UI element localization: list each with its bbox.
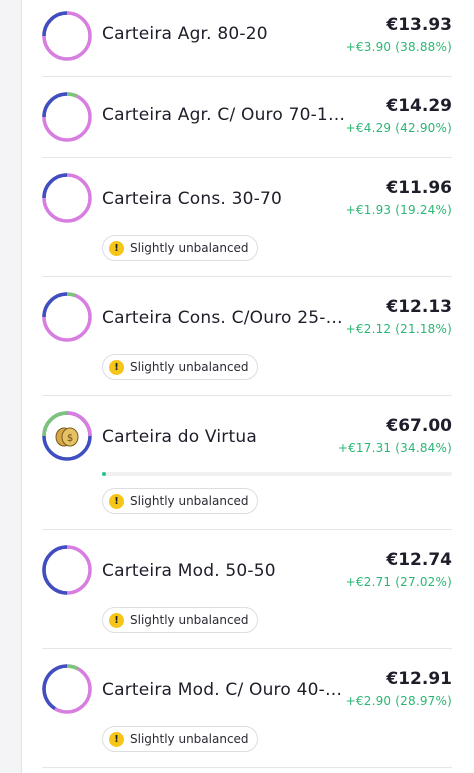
svg-text:$: $: [67, 433, 73, 444]
portfolio-change: +€2.71 (27.02%): [345, 575, 452, 589]
allocation-donut-icon: [42, 11, 92, 61]
portfolio-change: +€3.90 (38.88%): [345, 40, 452, 54]
status-badge-label: Slightly unbalanced: [130, 732, 249, 746]
portfolio-change: +€2.90 (28.97%): [345, 694, 452, 708]
portfolio-name: Carteira Cons. 30-70: [102, 189, 283, 209]
portfolio-row[interactable]: Carteira Mod. C/ Ouro 40-45-15 €12.91 +€…: [42, 649, 452, 768]
status-badge[interactable]: ! Slightly unbalanced: [102, 607, 258, 633]
warning-icon: !: [109, 359, 124, 375]
portfolio-row[interactable]: Carteira Cons. C/Ouro 25-65-10 €12.13 +€…: [42, 277, 452, 396]
portfolio-row[interactable]: Carteira Cons. 30-70 €11.96 +€1.93 (19.2…: [42, 158, 452, 277]
portfolio-change: +€2.12 (21.18%): [345, 322, 452, 336]
portfolio-name: Carteira Cons. C/Ouro 25-65-10: [102, 308, 347, 328]
portfolio-change: +€17.31 (34.84%): [337, 441, 452, 455]
portfolio-value: €12.91: [386, 669, 452, 689]
status-badge-label: Slightly unbalanced: [130, 241, 249, 255]
portfolio-value: €12.74: [386, 550, 452, 570]
portfolio-row[interactable]: Carteira Mod. 50-50 €12.74 +€2.71 (27.02…: [42, 530, 452, 649]
coins-icon: $: [55, 427, 79, 447]
row-divider: [42, 767, 452, 768]
portfolio-name: Carteira Agr. C/ Ouro 70-10-20: [102, 105, 347, 125]
portfolio-row[interactable]: Carteira Agr. 80-20 €13.93 +€3.90 (38.88…: [42, 0, 452, 77]
portfolio-change: +€1.93 (19.24%): [345, 203, 452, 217]
portfolio-value: €67.00: [386, 416, 452, 436]
progress-bar: [102, 472, 452, 476]
portfolio-row[interactable]: $ Carteira do Virtua €67.00 +€17.31 (34.…: [42, 396, 452, 530]
status-badge[interactable]: ! Slightly unbalanced: [102, 488, 258, 514]
allocation-donut-icon: [42, 292, 92, 342]
portfolio-name: Carteira Mod. 50-50: [102, 561, 276, 581]
allocation-donut-icon: [42, 173, 92, 223]
progress-fill: [102, 472, 106, 476]
warning-icon: !: [109, 612, 124, 628]
portfolio-value: €14.29: [386, 96, 452, 116]
status-badge-label: Slightly unbalanced: [130, 494, 249, 508]
warning-icon: !: [109, 493, 124, 509]
portfolio-row[interactable]: Carteira Agr. C/ Ouro 70-10-20 €14.29 +€…: [42, 77, 452, 158]
allocation-donut-icon: [42, 664, 92, 714]
portfolio-name: Carteira Agr. 80-20: [102, 24, 268, 44]
portfolio-name: Carteira do Virtua: [102, 427, 257, 447]
portfolio-name: Carteira Mod. C/ Ouro 40-45-15: [102, 680, 347, 700]
portfolio-change: +€4.29 (42.90%): [345, 121, 452, 135]
warning-icon: !: [109, 731, 124, 747]
allocation-donut-icon: [42, 92, 92, 142]
status-badge-label: Slightly unbalanced: [130, 360, 249, 374]
portfolio-value: €11.96: [386, 178, 452, 198]
status-badge-label: Slightly unbalanced: [130, 613, 249, 627]
status-badge[interactable]: ! Slightly unbalanced: [102, 726, 258, 752]
status-badge[interactable]: ! Slightly unbalanced: [102, 354, 258, 380]
status-badge[interactable]: ! Slightly unbalanced: [102, 235, 258, 261]
portfolio-value: €13.93: [386, 15, 452, 35]
allocation-donut-icon: [42, 545, 92, 595]
portfolio-value: €12.13: [386, 297, 452, 317]
warning-icon: !: [109, 240, 124, 256]
